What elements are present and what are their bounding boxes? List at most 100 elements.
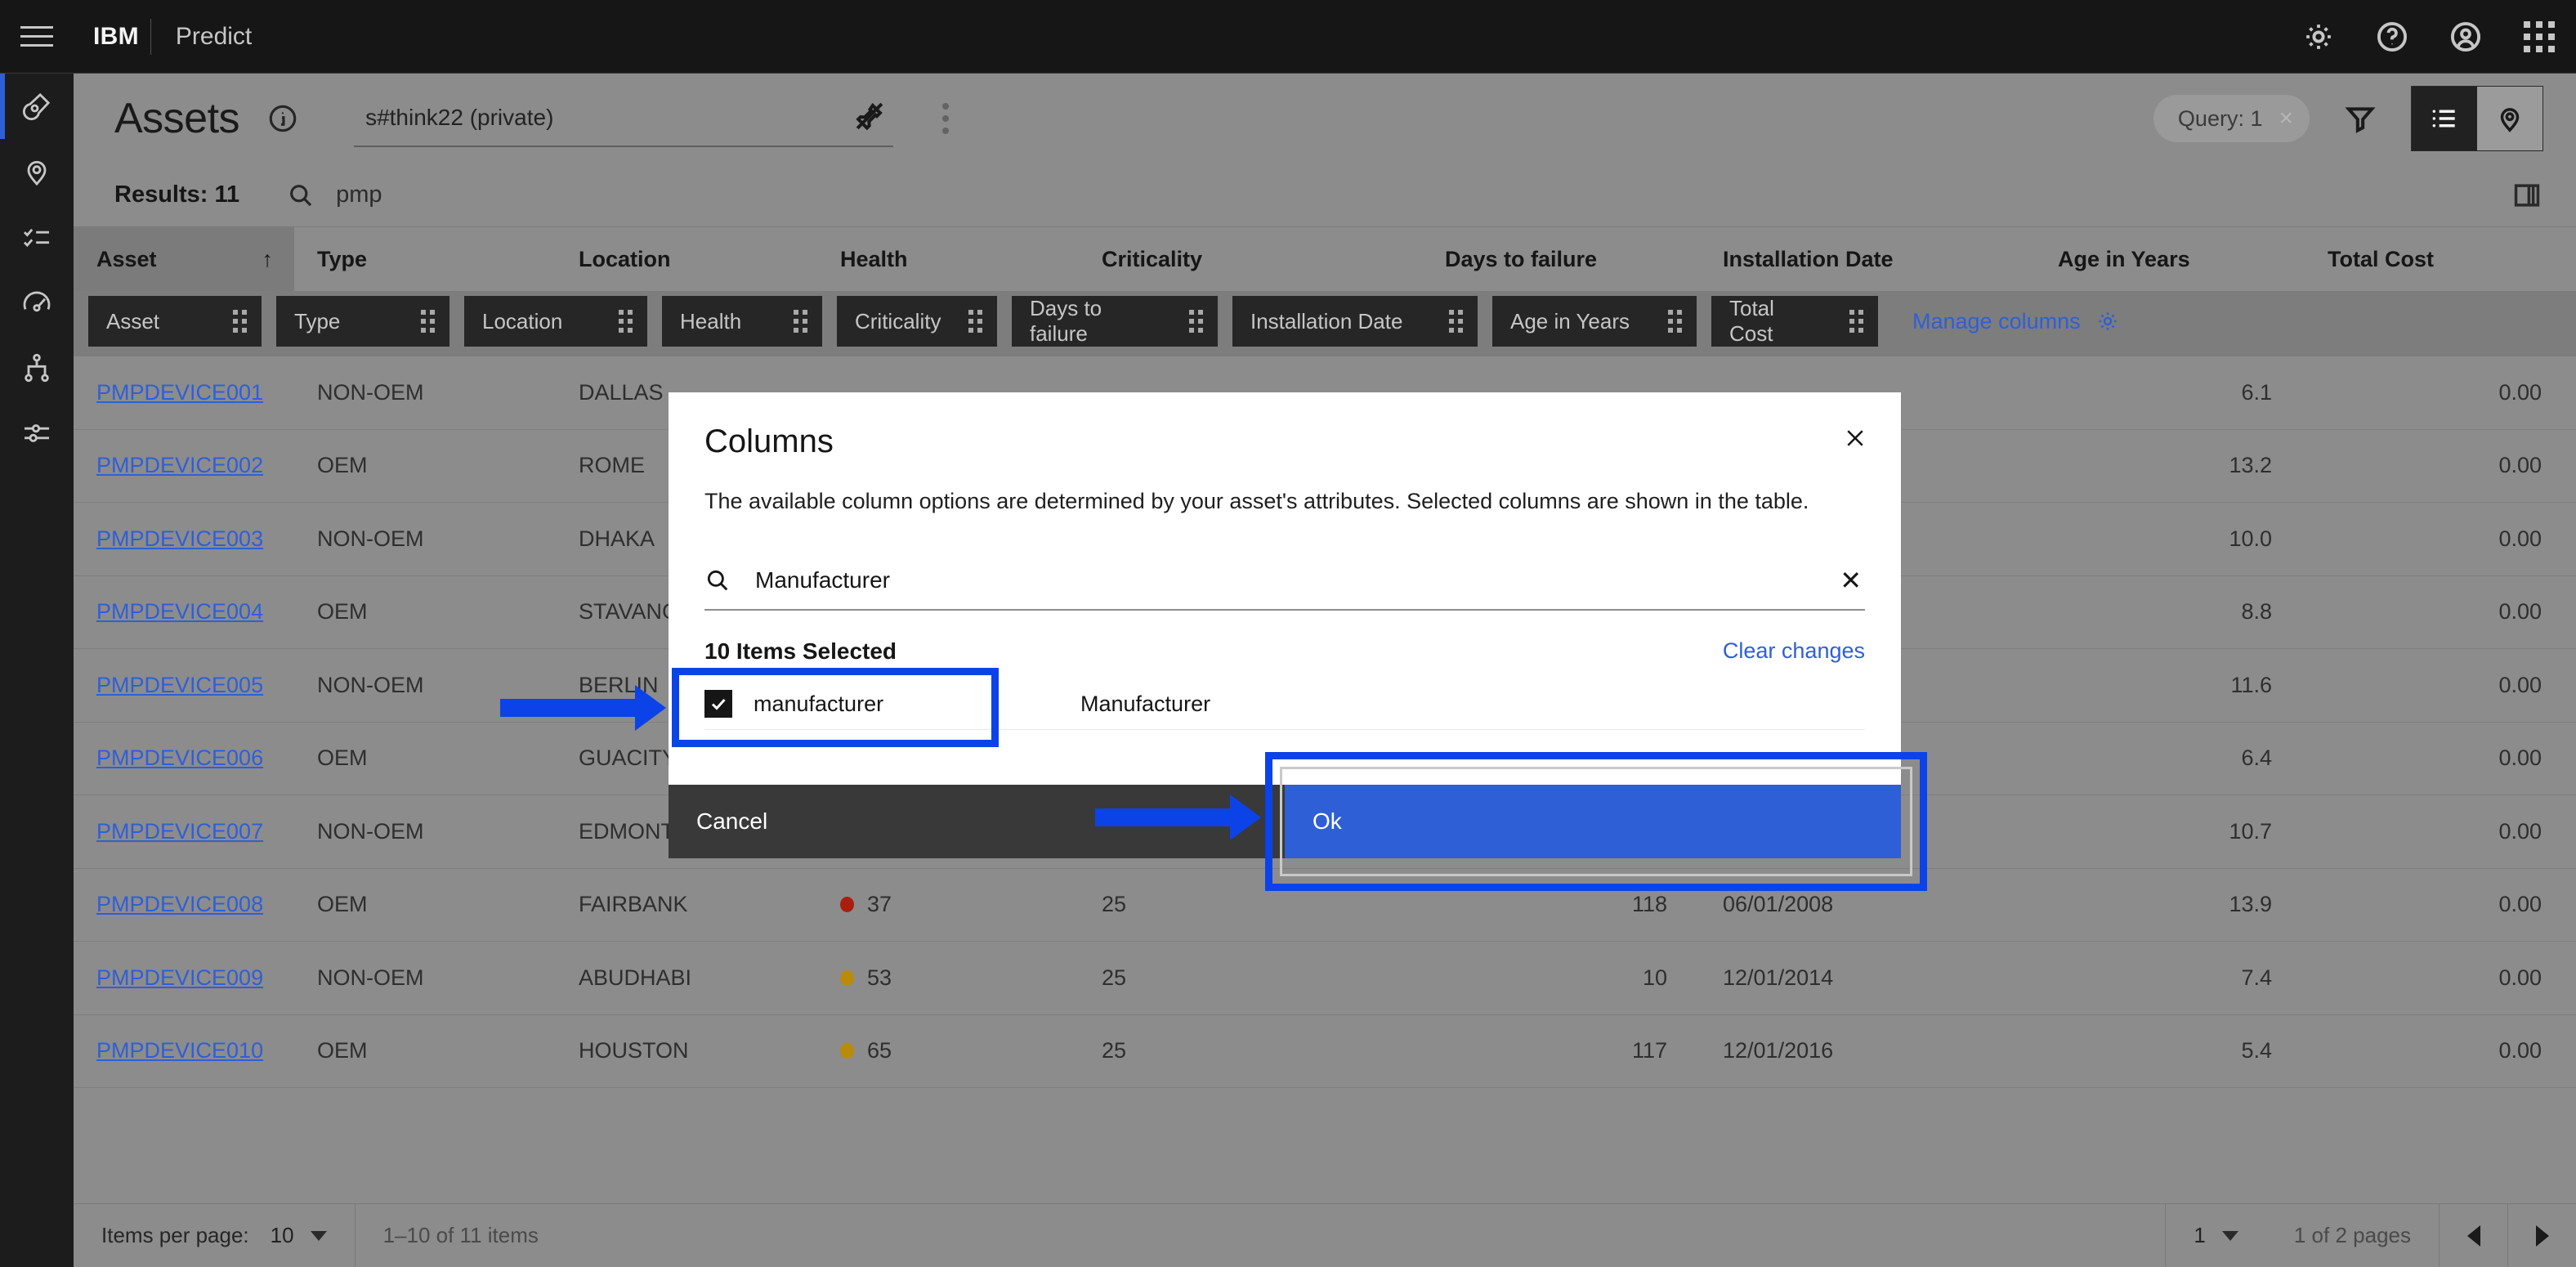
modal-search-field[interactable]: Manufacturer ✕ <box>704 552 1865 611</box>
cell-days-to-failure: 117 <box>1631 1038 1667 1063</box>
asset-link[interactable]: PMPDEVICE001 <box>96 380 263 405</box>
close-icon[interactable] <box>1837 420 1873 456</box>
column-header-total-cost[interactable]: Total Cost <box>2305 227 2574 291</box>
list-item[interactable]: manufacturer Manufacturer <box>704 678 1865 730</box>
asset-link[interactable]: PMPDEVICE006 <box>96 745 263 771</box>
column-chip-age-in-years[interactable]: Age in Years <box>1492 296 1697 347</box>
info-icon[interactable] <box>267 103 298 134</box>
ok-button[interactable]: Ok <box>1285 785 1901 858</box>
modal-selection-row: 10 Items Selected Clear changes <box>669 611 1901 665</box>
sidebar-item-locations[interactable] <box>0 139 74 204</box>
asset-link[interactable]: PMPDEVICE008 <box>96 892 263 917</box>
column-chip-asset[interactable]: Asset <box>88 296 262 347</box>
health-status-dot <box>840 1043 854 1059</box>
items-per-page-select[interactable]: 10 <box>271 1223 327 1248</box>
cell-type: NON-OEM <box>317 526 424 551</box>
sidebar-item-settings[interactable] <box>0 401 74 466</box>
column-header-age-in-years[interactable]: Age in Years <box>2035 227 2305 291</box>
column-chip-total-cost[interactable]: Total Cost <box>1711 296 1878 347</box>
user-icon[interactable] <box>2429 0 2502 74</box>
query-chip[interactable]: Query: 1 × <box>2153 95 2310 142</box>
asset-link[interactable]: PMPDEVICE004 <box>96 599 263 625</box>
drag-handle-icon[interactable] <box>421 310 435 333</box>
cell-total-cost: 0.00 <box>2498 818 2542 844</box>
page-select[interactable]: 1 <box>2194 1223 2238 1248</box>
map-view-icon[interactable] <box>2477 87 2542 150</box>
cell-age-in-years: 13.2 <box>2229 453 2272 478</box>
option-label: Manufacturer <box>1080 691 1211 716</box>
unpin-icon[interactable] <box>852 99 893 137</box>
column-header-criticality[interactable]: Criticality <box>1079 227 1422 291</box>
sidebar-item-hierarchy[interactable] <box>0 335 74 401</box>
column-header-type[interactable]: Type <box>294 227 556 291</box>
overflow-menu-icon[interactable] <box>942 103 950 134</box>
asset-link[interactable]: PMPDEVICE002 <box>96 453 263 478</box>
column-chip-installation-date[interactable]: Installation Date <box>1232 296 1478 347</box>
column-chip-days-to-failure[interactable]: Days to failure <box>1012 296 1218 347</box>
view-toggle-group <box>2411 86 2543 151</box>
column-header-asset[interactable]: Asset ↑ <box>74 227 294 291</box>
column-header-health[interactable]: Health <box>817 227 1079 291</box>
cell-asset: PMPDEVICE003 <box>74 526 294 552</box>
asset-link[interactable]: PMPDEVICE007 <box>96 819 263 844</box>
list-view-icon[interactable] <box>2412 87 2477 150</box>
search-icon[interactable] <box>287 181 315 209</box>
close-icon[interactable]: × <box>2279 106 2293 131</box>
search-input[interactable]: pmp <box>315 181 382 208</box>
asset-link[interactable]: PMPDEVICE003 <box>96 526 263 552</box>
saved-query-value: s#think22 (private) <box>365 105 554 130</box>
asset-link[interactable]: PMPDEVICE010 <box>96 1038 263 1063</box>
column-header-installation-date[interactable]: Installation Date <box>1700 227 2035 291</box>
drag-handle-icon[interactable] <box>619 310 633 333</box>
cell-total-cost: 0.00 <box>2498 1038 2542 1063</box>
drag-handle-icon[interactable] <box>968 310 982 333</box>
drag-handle-icon[interactable] <box>1849 310 1863 333</box>
sidebar-item-health[interactable] <box>0 270 74 335</box>
drag-handle-icon[interactable] <box>794 310 807 333</box>
drag-handle-icon[interactable] <box>1668 310 1682 333</box>
drag-handle-icon[interactable] <box>1189 310 1203 333</box>
cell-criticality: 25 <box>1102 1038 1127 1063</box>
modal-search-input[interactable]: Manufacturer <box>731 567 1840 593</box>
sidebar-item-assets[interactable] <box>0 74 74 139</box>
items-per-page-label: Items per page: <box>101 1223 249 1247</box>
chevron-right-icon[interactable] <box>2507 1203 2576 1267</box>
column-chip-type[interactable]: Type <box>276 296 449 347</box>
column-header-days-to-failure[interactable]: Days to failure <box>1422 227 1700 291</box>
sidebar-item-work-orders[interactable] <box>0 204 74 270</box>
table-row[interactable]: PMPDEVICE010 OEM HOUSTON 65 25 117 12/01/2016 5… <box>74 1015 2576 1088</box>
table-row[interactable]: PMPDEVICE009 NON-OEM ABUDHABI 53 25 10 12/01/2… <box>74 942 2576 1015</box>
help-icon[interactable] <box>2355 0 2429 74</box>
table-row[interactable]: PMPDEVICE008 OEM FAIRBANK 37 25 118 06/01/2008… <box>74 869 2576 942</box>
asset-link[interactable]: PMPDEVICE005 <box>96 673 263 698</box>
column-chip-health[interactable]: Health <box>662 296 822 347</box>
asset-link[interactable]: PMPDEVICE009 <box>96 965 263 991</box>
clear-icon[interactable]: ✕ <box>1840 567 1865 593</box>
manage-columns-label: Manage columns <box>1912 308 2081 334</box>
drag-handle-icon[interactable] <box>1449 310 1463 333</box>
filter-icon[interactable] <box>2321 86 2399 151</box>
cell-installation-date: 12/01/2014 <box>1723 965 1834 990</box>
column-header-location[interactable]: Location <box>556 227 817 291</box>
chevron-left-icon[interactable] <box>2439 1203 2507 1267</box>
checkbox-checked-icon[interactable] <box>704 690 732 719</box>
column-chip-location[interactable]: Location <box>464 296 647 347</box>
manage-columns-button[interactable]: Manage columns <box>1893 309 2120 334</box>
modal-header: Columns <box>669 392 1901 460</box>
gear-icon <box>2099 312 2117 330</box>
cell-criticality: 25 <box>1102 965 1127 990</box>
app-name-label: Predict <box>175 22 253 50</box>
clear-changes-link[interactable]: Clear changes <box>1723 638 1865 664</box>
page-header: Assets s#think22 (private) Query: 1 × <box>74 74 2576 163</box>
drag-handle-icon[interactable] <box>233 310 247 333</box>
gear-icon[interactable] <box>2282 0 2355 74</box>
column-chip-criticality[interactable]: Criticality <box>837 296 997 347</box>
column-header-asset-label: Asset <box>96 246 157 271</box>
cell-total-cost: 0.00 <box>2498 892 2542 917</box>
side-panel-icon[interactable] <box>2511 180 2543 211</box>
hamburger-icon[interactable] <box>0 0 74 74</box>
cell-asset: PMPDEVICE001 <box>74 380 294 405</box>
cell-health: 37 <box>817 892 1079 917</box>
app-switcher-icon[interactable] <box>2502 0 2576 74</box>
saved-query-field[interactable]: s#think22 (private) <box>354 90 894 147</box>
